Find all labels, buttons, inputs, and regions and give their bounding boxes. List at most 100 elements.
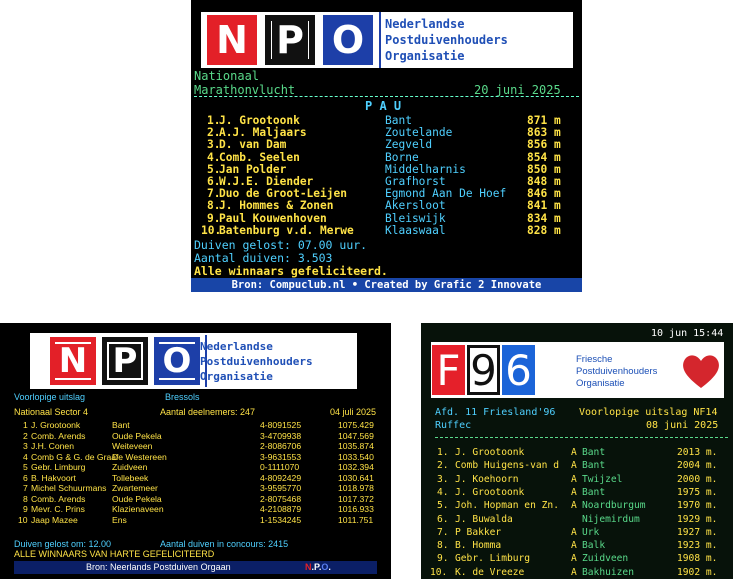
row-name: J.H. Conen (31, 441, 74, 451)
row-category: A (571, 486, 577, 498)
row-place: Egmond Aan De Hoef (385, 187, 507, 201)
npo-logo-o: O (154, 337, 200, 385)
pigeon-count: Aantal duiven: 3.503 (194, 251, 333, 265)
row-name: J. Grootoonk (455, 486, 525, 498)
race-date: 04 juli 2025 (330, 407, 377, 417)
row-name: Jaap Mazee (31, 514, 78, 525)
org-line-2: Postduivenhouders (576, 366, 658, 377)
release-station: Bressols (165, 392, 200, 402)
release-time: Duiven gelost: 07.00 uur. (194, 238, 368, 252)
row-distance: 848 m (527, 175, 561, 188)
f96-logo-f-letter: F (436, 345, 461, 395)
npo-org-name: Nederlandse Postduivenhouders Organisati… (200, 339, 313, 384)
row-place: Borne (385, 150, 419, 164)
row-name: J. Buwalda (455, 513, 513, 525)
row-name: Gebr. Limburg (455, 553, 531, 565)
source-footer: Bron: Compuclub.nl • Created by Grafic 2… (191, 278, 582, 292)
npo-logo-p: P (265, 15, 315, 65)
org-line-1: Nederlandse (385, 17, 465, 31)
release-station: P A U (365, 99, 402, 113)
row-distance: 850 m (527, 162, 561, 176)
row-ring: 3-9631553 (260, 451, 302, 462)
npo-logo-n-letter: N (212, 21, 252, 59)
npo-logo-n-letter: N (54, 344, 92, 378)
row-place: Weiteveen (112, 441, 153, 451)
f96-logo-f: F (432, 345, 465, 395)
row-place: Klazienaveen (112, 504, 164, 514)
row-position: 9 (23, 504, 28, 514)
row-place: Tollebeek (112, 472, 149, 483)
footer-npo-mark: N.P.O. (305, 561, 331, 574)
row-position: 10 (18, 514, 28, 525)
row-ring: 4-8092429 (260, 472, 302, 483)
row-place: Zoutelande (385, 126, 453, 140)
row-name: P Bakker (455, 526, 502, 538)
row-distance: 2000 m. (677, 473, 718, 485)
row-category: A (571, 473, 577, 485)
row-distance: 2013 m. (677, 447, 718, 458)
row-position: 1. (437, 447, 449, 458)
row-distance: 871 m (527, 114, 561, 127)
row-ring: 2-8075468 (260, 493, 302, 504)
row-position: 2 (23, 430, 28, 441)
row-distance: 1929 m. (677, 513, 718, 525)
row-place: Zegveld (385, 138, 433, 152)
pigeon-count: Aantal duiven in concours: 2415 (160, 539, 289, 549)
row-distance: 1970 m. (677, 500, 718, 512)
race-date: 20 juni 2025 (474, 83, 561, 97)
row-ring: 0-1111070 (260, 462, 300, 472)
row-distance: 828 m (527, 223, 561, 237)
row-ring: 2-8086706 (260, 441, 302, 451)
release-station: Ruffec (435, 420, 472, 431)
f96-logo-6-letter: 6 (505, 345, 532, 395)
row-place: Oude Pekela (112, 430, 162, 441)
row-speed: 1018.978 (338, 483, 374, 493)
row-place: Ens (112, 514, 127, 525)
row-place: Bakhuizen (582, 566, 634, 578)
row-place: Grafhorst (385, 175, 446, 188)
org-line-2: Postduivenhouders (385, 33, 508, 47)
row-speed: 1033.540 (338, 451, 374, 462)
npo-logo-n: N (207, 15, 257, 65)
participants: Aantal deelnemers: 247 (160, 407, 256, 417)
row-distance: 834 m (527, 211, 561, 225)
row-name: Gebr. Limburg (31, 462, 86, 472)
clock: 10 jun 15:44 (651, 328, 724, 339)
row-place: De Westereen (112, 451, 167, 462)
row-position: 2. (437, 460, 449, 472)
row-category: A (571, 553, 577, 565)
nf14-friesland-panel: 10 jun 15:44 F 9 6 Friesche Postduivenho… (421, 323, 733, 579)
row-place: Bant (112, 420, 130, 430)
row-speed: 1011.751 (338, 514, 374, 525)
row-ring: 4-2108879 (260, 504, 302, 514)
footer-text: Bron: Compuclub.nl • Created by Grafic 2… (231, 279, 542, 291)
row-place: Zuidveen (112, 462, 148, 472)
npo-logo-p: P (102, 337, 148, 385)
row-ring: 1-1534245 (260, 514, 302, 525)
row-distance: 1975 m. (677, 486, 718, 498)
row-distance: 863 m (527, 126, 561, 140)
row-distance: 1908 m. (677, 553, 718, 565)
row-distance: 1923 m. (677, 540, 718, 552)
row-name: Duo de Groot-Leijen (219, 187, 347, 201)
mark-dot-3: . (328, 562, 331, 572)
row-position: 6. (437, 513, 449, 525)
row-ring: 4-8091525 (260, 420, 302, 430)
row-name: Comb. Arends (31, 430, 86, 441)
header-separator (435, 437, 728, 438)
row-name: Paul Kouwenhoven (219, 211, 327, 225)
row-place: Bant (385, 114, 412, 127)
row-distance: 854 m (527, 150, 561, 164)
row-place: Noardburgum (582, 500, 646, 512)
row-name: K. de Vreeze (455, 566, 525, 578)
row-speed: 1032.394 (338, 462, 374, 472)
row-name: J. Grootoonk (219, 114, 300, 127)
npo-logo-p-letter: P (272, 21, 308, 59)
npo-logo-p-letter: P (108, 344, 142, 378)
row-name: Michel Schuurmans (31, 483, 107, 493)
row-category: A (571, 460, 577, 472)
npo-header-divider (379, 12, 381, 68)
row-distance: 2004 m. (677, 460, 718, 472)
row-name: J. Koehoorn (455, 473, 519, 485)
row-position: 5 (23, 462, 28, 472)
